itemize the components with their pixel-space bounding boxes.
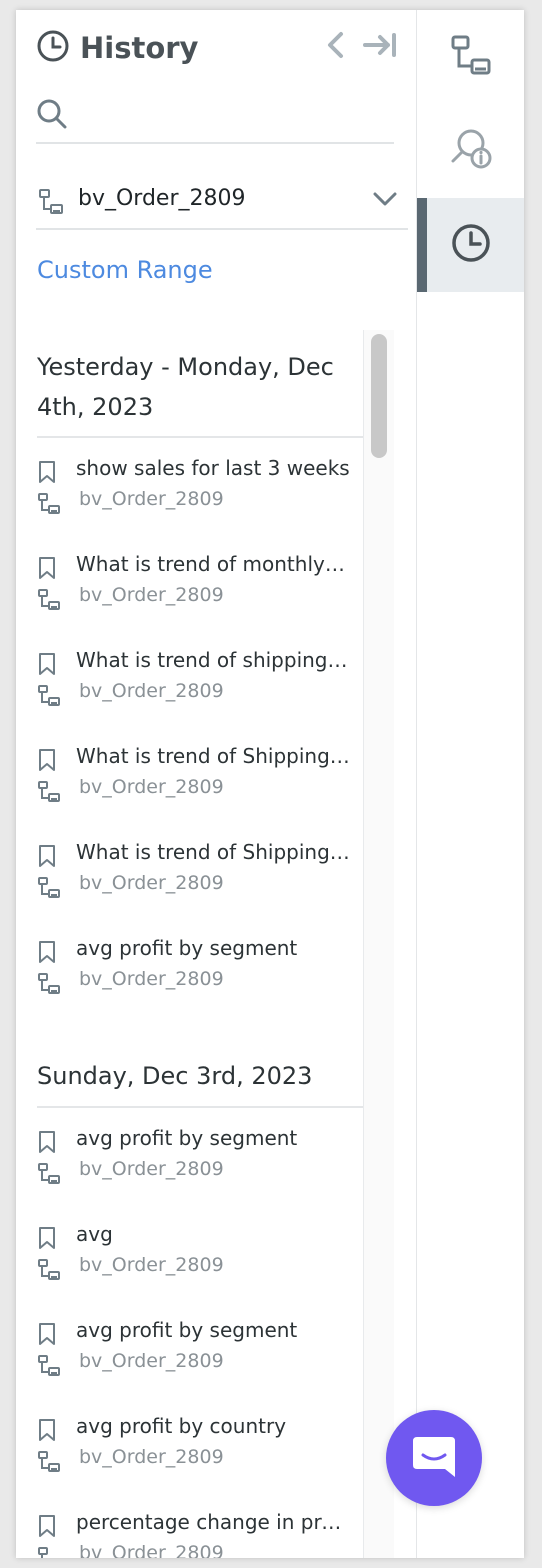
- entry-dataset: bv_Order_2809: [79, 776, 224, 798]
- dataset-dropdown[interactable]: bv_Order_2809: [36, 180, 408, 230]
- history-list: Yesterday - Monday, Dec 4th, 2023 show s…: [16, 330, 394, 1558]
- entry-dataset: bv_Order_2809: [79, 680, 224, 702]
- history-entry[interactable]: What is trend of Shipping cost by bv_Ord…: [16, 838, 362, 922]
- entry-dataset: bv_Order_2809: [79, 968, 224, 990]
- group-divider: [37, 436, 363, 438]
- custom-range-link[interactable]: Custom Range: [37, 256, 213, 284]
- group-date-line1: Yesterday - Monday, Dec: [37, 353, 334, 381]
- chat-icon: [411, 1433, 457, 1483]
- scrollbar-thumb[interactable]: [371, 334, 387, 458]
- bookmark-icon[interactable]: [37, 1130, 57, 1158]
- dataset-icon: [37, 1354, 61, 1382]
- history-entry[interactable]: avg profit by segment bv_Order_2809: [16, 1124, 362, 1208]
- rail-dataset-button[interactable]: [417, 10, 524, 104]
- group-divider: [37, 1106, 363, 1108]
- dataset-icon: [37, 780, 61, 808]
- dataset-icon: [37, 1546, 61, 1558]
- entry-dataset: bv_Order_2809: [79, 1158, 224, 1180]
- history-entry[interactable]: avg profit by country bv_Order_2809: [16, 1412, 362, 1496]
- bookmark-icon[interactable]: [37, 460, 57, 488]
- back-button[interactable]: [321, 32, 351, 62]
- rail-history-button[interactable]: [417, 198, 524, 292]
- bookmark-icon[interactable]: [37, 1418, 57, 1446]
- group-date-line1: Sunday, Dec 3rd, 2023: [37, 1062, 313, 1090]
- group-date-header: Yesterday - Monday, Dec 4th, 2023: [37, 347, 357, 427]
- entry-query: avg profit by segment: [76, 936, 298, 960]
- entry-query: What is trend of Shipping cost: [76, 744, 350, 768]
- search-bar: [36, 94, 394, 144]
- entry-query: percentage change in profit: [76, 1510, 350, 1534]
- entry-query: avg profit by segment: [76, 1318, 298, 1342]
- clock-icon: [36, 29, 70, 67]
- entry-dataset: bv_Order_2809: [79, 1350, 224, 1372]
- active-indicator: [417, 198, 427, 292]
- bookmark-icon[interactable]: [37, 1514, 57, 1542]
- bookmark-icon[interactable]: [37, 748, 57, 776]
- dataset-icon: [450, 34, 492, 80]
- entry-dataset: bv_Order_2809: [79, 1254, 224, 1276]
- chat-launcher-button[interactable]: [386, 1410, 482, 1506]
- entry-dataset: bv_Order_2809: [79, 584, 224, 606]
- history-header: History: [36, 28, 198, 68]
- entry-query: avg profit by country: [76, 1414, 287, 1438]
- bookmark-icon[interactable]: [37, 940, 57, 968]
- group-date-line2: 4th, 2023: [37, 393, 154, 421]
- entry-query: avg profit by segment: [76, 1126, 298, 1150]
- entry-query: What is trend of Shipping cost by: [76, 840, 350, 864]
- search-icon: [36, 98, 68, 134]
- dataset-icon: [37, 1450, 61, 1478]
- page-title: History: [80, 31, 199, 65]
- bookmark-icon[interactable]: [37, 844, 57, 872]
- dataset-icon: [37, 492, 61, 520]
- history-panel: History bv_Order_2809 Custom Range Yeste…: [16, 10, 416, 1558]
- rail-search-info-button[interactable]: [417, 104, 524, 198]
- history-entry[interactable]: What is trend of monthly sales bv_Order_…: [16, 550, 362, 634]
- chevron-down-icon: [372, 188, 398, 214]
- bookmark-icon[interactable]: [37, 652, 57, 680]
- history-entry[interactable]: avg bv_Order_2809: [16, 1220, 362, 1304]
- bookmark-icon[interactable]: [37, 1226, 57, 1254]
- search-info-icon: [449, 127, 493, 175]
- dataset-icon: [37, 876, 61, 904]
- entry-query: show sales for last 3 weeks: [76, 456, 350, 480]
- dataset-icon: [37, 1258, 61, 1286]
- dataset-icon: [37, 972, 61, 1000]
- history-entry[interactable]: percentage change in profit bv_Order_280…: [16, 1508, 362, 1558]
- bookmark-icon[interactable]: [37, 556, 57, 584]
- entry-dataset: bv_Order_2809: [79, 1446, 224, 1468]
- collapse-panel-button[interactable]: [360, 32, 400, 62]
- entry-query: avg: [76, 1222, 113, 1246]
- dataset-icon: [37, 1162, 61, 1190]
- entry-query: What is trend of shipping cost: [76, 648, 350, 672]
- history-entry[interactable]: What is trend of shipping cost bv_Order_…: [16, 646, 362, 730]
- dataset-selected-value: bv_Order_2809: [78, 186, 246, 211]
- collapse-right-icon: [362, 31, 398, 63]
- scrollbar-track[interactable]: [363, 330, 394, 1558]
- history-entry[interactable]: avg profit by segment bv_Order_2809: [16, 1316, 362, 1400]
- group-date-header: Sunday, Dec 3rd, 2023: [37, 1056, 357, 1096]
- dataset-icon: [38, 188, 64, 220]
- search-input[interactable]: [80, 100, 384, 136]
- right-icon-rail: [417, 10, 524, 1558]
- dataset-icon: [37, 588, 61, 616]
- dataset-icon: [37, 684, 61, 712]
- history-entry[interactable]: What is trend of Shipping cost bv_Order_…: [16, 742, 362, 826]
- history-entry[interactable]: avg profit by segment bv_Order_2809: [16, 934, 362, 1018]
- entry-dataset: bv_Order_2809: [79, 488, 224, 510]
- entry-dataset: bv_Order_2809: [79, 872, 224, 894]
- entry-query: What is trend of monthly sales: [76, 552, 350, 576]
- app-window: History bv_Order_2809 Custom Range Yeste…: [16, 10, 524, 1558]
- entry-dataset: bv_Order_2809: [79, 1542, 224, 1558]
- history-entry[interactable]: show sales for last 3 weeks bv_Order_280…: [16, 454, 362, 538]
- chevron-left-icon: [325, 31, 347, 63]
- bookmark-icon[interactable]: [37, 1322, 57, 1350]
- history-clock-icon: [450, 222, 492, 268]
